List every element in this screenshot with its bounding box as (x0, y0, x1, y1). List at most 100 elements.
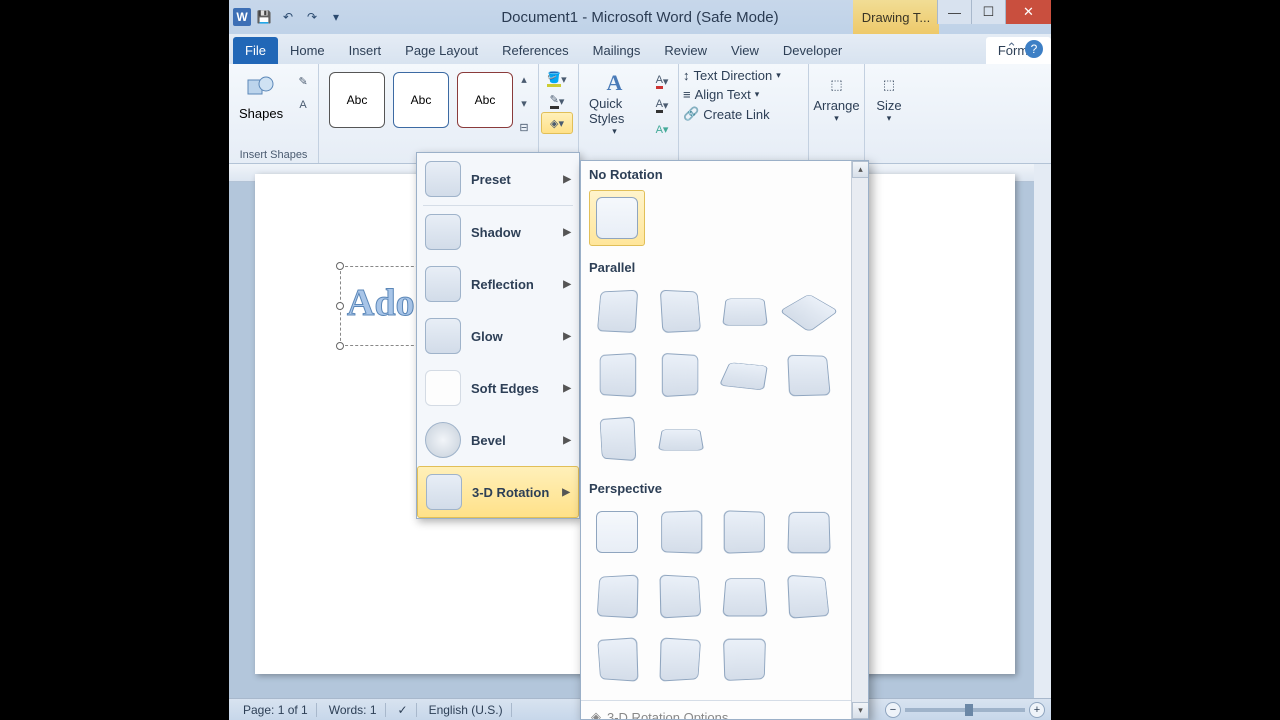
rotation-perspective-6[interactable] (653, 568, 709, 624)
gallery-up-icon[interactable]: ▴ (512, 68, 536, 90)
drawing-tools-tab-label: Drawing T... (853, 0, 939, 34)
rotation-perspective-11[interactable] (717, 632, 773, 688)
rotation-parallel-2[interactable] (653, 283, 709, 339)
arrange-group: ⬚ Arrange ▾ (809, 64, 865, 163)
zoom-slider[interactable] (905, 708, 1025, 712)
chevron-right-icon: ▶ (562, 487, 570, 498)
size-button[interactable]: ⬚ Size ▾ (871, 68, 907, 128)
effect-glow[interactable]: Glow▶ (417, 310, 579, 362)
align-text-icon: ≡ (683, 87, 691, 102)
rotation-perspective-10[interactable] (653, 632, 709, 688)
close-button[interactable]: ✕ (1005, 0, 1051, 24)
shape-effects-button[interactable]: ◈▾ (541, 112, 573, 134)
rotation-parallel-7[interactable] (717, 347, 773, 403)
tab-developer[interactable]: Developer (771, 37, 854, 64)
tab-review[interactable]: Review (652, 37, 719, 64)
effect-preset[interactable]: Preset▶ (417, 153, 579, 205)
undo-icon[interactable]: ↶ (277, 6, 299, 28)
rotation-perspective-5[interactable] (589, 568, 645, 624)
chevron-right-icon: ▶ (563, 174, 571, 185)
rotation-parallel-5[interactable] (589, 347, 645, 403)
save-icon[interactable]: 💾 (253, 6, 275, 28)
ribbon: Shapes ✎ A Insert Shapes Abc Abc Abc ▴ ▾… (229, 64, 1051, 164)
minimize-button[interactable]: — (937, 0, 971, 24)
tab-view[interactable]: View (719, 37, 771, 64)
rotation-perspective-2[interactable] (653, 504, 709, 560)
proofing-icon[interactable]: ✓ (390, 703, 417, 717)
rotation-perspective-8[interactable] (781, 568, 837, 624)
tab-insert[interactable]: Insert (337, 37, 394, 64)
rotation-parallel-1[interactable] (589, 283, 645, 339)
rotation-perspective-3[interactable] (717, 504, 773, 560)
scroll-down-icon[interactable]: ▾ (852, 702, 869, 719)
edit-shape-button[interactable]: ✎ (291, 70, 315, 92)
effect-shadow[interactable]: Shadow▶ (417, 206, 579, 258)
create-link-button[interactable]: 🔗Create Link (683, 106, 804, 122)
rotation-perspective-7[interactable] (717, 568, 773, 624)
word-count[interactable]: Words: 1 (321, 703, 386, 717)
page-status[interactable]: Page: 1 of 1 (235, 703, 317, 717)
zoom-in-button[interactable]: + (1029, 702, 1045, 718)
shape-fill-button[interactable]: 🪣▾ (541, 68, 573, 90)
rotation-options-link[interactable]: ◈ 3-D Rotation Options... (581, 705, 868, 720)
text-box-button[interactable]: A (291, 94, 315, 116)
tab-mailings[interactable]: Mailings (581, 37, 653, 64)
shape-effects-menu: Preset▶ Shadow▶ Reflection▶ Glow▶ Soft E… (416, 152, 580, 519)
shape-style-3[interactable]: Abc (457, 72, 513, 128)
effect-bevel[interactable]: Bevel▶ (417, 414, 579, 466)
rotation-perspective-9[interactable] (589, 632, 645, 688)
parallel-header: Parallel (581, 254, 868, 279)
word-icon: W (233, 8, 251, 26)
gallery-down-icon[interactable]: ▾ (512, 92, 536, 114)
rotation-parallel-3[interactable] (717, 283, 773, 339)
effect-soft-edges[interactable]: Soft Edges▶ (417, 362, 579, 414)
insert-shapes-label: Insert Shapes (229, 149, 318, 161)
text-effects-button[interactable]: A▾ (650, 118, 674, 140)
no-rotation-header: No Rotation (581, 161, 868, 186)
align-text-button[interactable]: ≡Align Text▾ (683, 87, 804, 102)
qat-dropdown-icon[interactable]: ▾ (325, 6, 347, 28)
rotation-gallery: ▴ ▾ No Rotation Parallel Perspective ◈ 3… (580, 160, 869, 720)
gallery-scrollbar[interactable]: ▴ ▾ (851, 161, 868, 719)
rotation-none[interactable] (589, 190, 645, 246)
help-icon[interactable]: ? (1025, 40, 1043, 58)
zoom-controls: − + (885, 702, 1045, 718)
shape-styles-group: Abc Abc Abc ▴ ▾ ⊟ (319, 64, 539, 163)
tab-references[interactable]: References (490, 37, 580, 64)
text-outline-button[interactable]: A▾ (650, 94, 674, 116)
shape-style-1[interactable]: Abc (329, 72, 385, 128)
quick-styles-button[interactable]: A Quick Styles ▾ (583, 68, 646, 140)
rotation-perspective-1[interactable] (589, 504, 645, 560)
tab-file[interactable]: File (233, 37, 278, 64)
perspective-header: Perspective (581, 475, 868, 500)
text-fill-button[interactable]: A▾ (650, 70, 674, 92)
text-direction-button[interactable]: ↕Text Direction▾ (683, 68, 804, 83)
vertical-scrollbar[interactable] (1034, 164, 1051, 698)
rotation-parallel-10[interactable] (653, 411, 709, 467)
arrange-button[interactable]: ⬚ Arrange ▾ (815, 68, 858, 128)
maximize-button[interactable]: ☐ (971, 0, 1005, 24)
effect-3d-rotation[interactable]: 3-D Rotation▶ (417, 466, 579, 518)
effect-reflection[interactable]: Reflection▶ (417, 258, 579, 310)
language-status[interactable]: English (U.S.) (421, 703, 512, 717)
insert-shapes-group: Shapes ✎ A Insert Shapes (229, 64, 319, 163)
scroll-up-icon[interactable]: ▴ (852, 161, 869, 178)
tab-home[interactable]: Home (278, 37, 337, 64)
text-direction-icon: ↕ (683, 68, 690, 83)
shape-outline-button[interactable]: ✎▾ (541, 90, 573, 112)
gallery-more-icon[interactable]: ⊟ (512, 116, 536, 138)
rotation-parallel-8[interactable] (781, 347, 837, 403)
rotation-parallel-4[interactable] (781, 283, 837, 339)
rotation-parallel-9[interactable] (589, 411, 645, 467)
zoom-out-button[interactable]: − (885, 702, 901, 718)
rotation-parallel-6[interactable] (653, 347, 709, 403)
minimize-ribbon-icon[interactable]: ⌃ (1006, 40, 1017, 58)
wordart-styles-group: A Quick Styles ▾ A▾ A▾ A▾ (579, 64, 679, 163)
ribbon-tabs: File Home Insert Page Layout References … (229, 34, 1051, 64)
redo-icon[interactable]: ↷ (301, 6, 323, 28)
shape-style-2[interactable]: Abc (393, 72, 449, 128)
shapes-button[interactable]: Shapes (235, 68, 287, 125)
rotation-perspective-4[interactable] (781, 504, 837, 560)
tab-page-layout[interactable]: Page Layout (393, 37, 490, 64)
chevron-right-icon: ▶ (563, 279, 571, 290)
